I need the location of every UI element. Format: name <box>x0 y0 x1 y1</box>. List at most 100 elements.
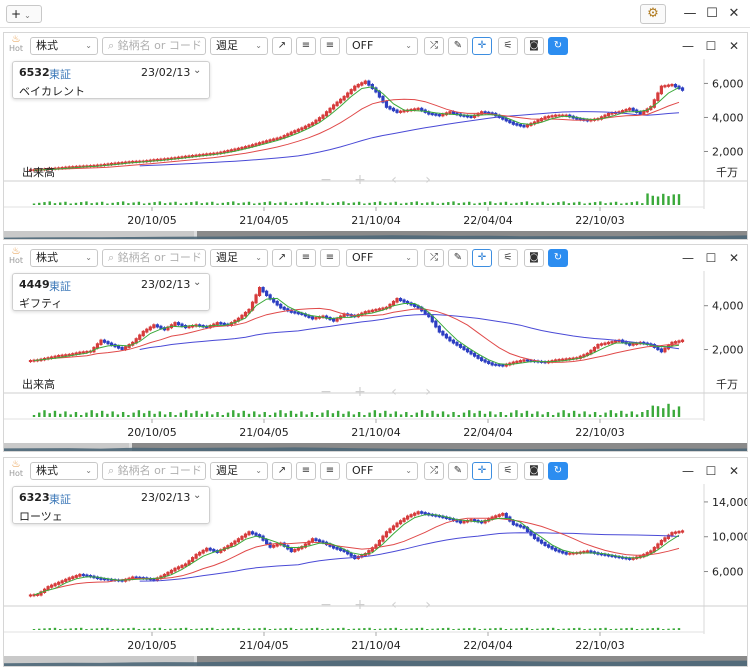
panel-close-button[interactable]: ✕ <box>725 37 743 55</box>
align-right-button[interactable]: ≡ <box>320 249 340 267</box>
hot-button[interactable]: ♨ Hot <box>9 460 23 479</box>
symbol-search-input[interactable]: ⌕ 銘柄名 or コード <box>102 462 206 480</box>
draw-button[interactable]: ✎ <box>448 249 468 267</box>
asset-type-select[interactable]: 株式 ⌄ <box>30 249 98 267</box>
symbol-search-input[interactable]: ⌕ 銘柄名 or コード <box>102 249 206 267</box>
panel-close-button[interactable]: ✕ <box>725 462 743 480</box>
candle-body <box>659 539 663 546</box>
zoom-in-icon[interactable]: + <box>354 597 366 613</box>
scroll-right-icon[interactable]: › <box>425 597 431 613</box>
panel-maximize-button[interactable]: ☐ <box>702 249 720 267</box>
panel-close-button[interactable]: ✕ <box>725 249 743 267</box>
indicator-select[interactable]: OFF ⌄ <box>346 249 418 267</box>
crosshair-button[interactable]: ✛ <box>472 462 492 480</box>
symbol-search-input[interactable]: ⌕ 銘柄名 or コード <box>102 37 206 55</box>
volume-bar <box>394 201 398 205</box>
screenshot-button[interactable]: ◙ <box>524 462 544 480</box>
screenshot-button[interactable]: ◙ <box>524 249 544 267</box>
volume-bar <box>567 203 571 205</box>
shuffle-button[interactable]: ⤮ <box>424 37 444 55</box>
range-navigator[interactable] <box>4 656 747 666</box>
refresh-icon: ↻ <box>553 252 563 263</box>
candle-body <box>673 531 678 534</box>
range-navigator[interactable] <box>4 231 747 239</box>
volume-bar <box>415 201 419 205</box>
volume-bar <box>546 628 550 630</box>
period-select[interactable]: 週足 ⌄ <box>210 462 268 480</box>
stock-info-box: 6323 東証 23/02/13 ⌄ ローツェ <box>12 486 210 524</box>
volume-bar <box>347 629 350 630</box>
trendline-button[interactable]: ↗ <box>272 249 292 267</box>
panel-minimize-button[interactable]: — <box>679 462 697 480</box>
asset-type-select[interactable]: 株式 ⌄ <box>30 462 98 480</box>
collapse-info-button[interactable]: ⌄ <box>193 490 201 501</box>
candle-body <box>525 359 530 362</box>
hot-button[interactable]: ♨ Hot <box>9 247 23 266</box>
draw-button[interactable]: ✎ <box>448 462 468 480</box>
hot-button[interactable]: ♨ Hot <box>9 35 23 54</box>
panel-maximize-button[interactable]: ☐ <box>702 462 720 480</box>
period-select[interactable]: 週足 ⌄ <box>210 249 268 267</box>
candle-body <box>585 550 589 553</box>
scroll-left-icon[interactable]: ‹ <box>391 384 397 400</box>
draw-button[interactable]: ✎ <box>448 37 468 55</box>
settings-button[interactable]: ⚙ <box>640 4 666 24</box>
trend-arrow-icon: ↗ <box>277 465 287 476</box>
refresh-button[interactable]: ↻ <box>548 462 568 480</box>
period-select[interactable]: 週足 ⌄ <box>210 37 268 55</box>
align-left-button[interactable]: ≡ <box>296 249 316 267</box>
volume-bar <box>315 415 319 417</box>
indicator-select[interactable]: OFF ⌄ <box>346 37 418 55</box>
zoom-out-icon[interactable]: − <box>320 597 332 613</box>
chart-settings-button[interactable]: ⚟ <box>498 37 518 55</box>
zoom-out-icon[interactable]: − <box>320 384 332 400</box>
app-topbar: + ⌄ ⚙ — ☐ ✕ <box>0 0 750 28</box>
shuffle-button[interactable]: ⤮ <box>424 249 444 267</box>
zoom-out-icon[interactable]: − <box>320 172 332 188</box>
indicator-select[interactable]: OFF ⌄ <box>346 462 418 480</box>
panel-minimize-button[interactable]: — <box>679 37 697 55</box>
volume-bar <box>677 628 681 630</box>
align-left-button[interactable]: ≡ <box>296 462 316 480</box>
align-left-button[interactable]: ≡ <box>296 37 316 55</box>
volume-bar <box>641 203 644 205</box>
stock-info-box: 4449 東証 23/02/13 ⌄ ギフティ <box>12 273 210 311</box>
panel-maximize-button[interactable]: ☐ <box>702 37 720 55</box>
range-navigator[interactable] <box>4 443 747 451</box>
refresh-button[interactable]: ↻ <box>548 249 568 267</box>
collapse-info-button[interactable]: ⌄ <box>193 277 201 288</box>
align-right-button[interactable]: ≡ <box>320 37 340 55</box>
add-panel-button[interactable]: + ⌄ <box>6 5 42 23</box>
maximize-window-button[interactable]: ☐ <box>702 4 722 24</box>
asset-type-select[interactable]: 株式 ⌄ <box>30 37 98 55</box>
candle-body <box>677 85 681 90</box>
trendline-button[interactable]: ↗ <box>272 462 292 480</box>
scroll-left-icon[interactable]: ‹ <box>391 597 397 613</box>
refresh-button[interactable]: ↻ <box>548 37 568 55</box>
volume-bar <box>483 628 487 630</box>
zoom-in-icon[interactable]: + <box>354 172 366 188</box>
crosshair-button[interactable]: ✛ <box>472 249 492 267</box>
panel-minimize-button[interactable]: — <box>679 249 697 267</box>
close-window-button[interactable]: ✕ <box>724 4 744 24</box>
ma-mid-line <box>55 98 680 170</box>
x-tick-label: 22/04/04 <box>463 639 512 652</box>
candle-body <box>289 547 293 553</box>
scroll-right-icon[interactable]: › <box>425 384 431 400</box>
shuffle-button[interactable]: ⤮ <box>424 462 444 480</box>
candle-body <box>265 539 269 545</box>
scroll-left-icon[interactable]: ‹ <box>391 172 397 188</box>
minimize-window-button[interactable]: — <box>680 4 700 24</box>
volume-bar <box>646 410 649 417</box>
candle-body <box>307 540 311 546</box>
volume-bar <box>163 414 167 417</box>
crosshair-button[interactable]: ✛ <box>472 37 492 55</box>
scroll-right-icon[interactable]: › <box>425 172 431 188</box>
trendline-button[interactable]: ↗ <box>272 37 292 55</box>
chart-settings-button[interactable]: ⚟ <box>498 249 518 267</box>
zoom-in-icon[interactable]: + <box>354 384 366 400</box>
align-right-button[interactable]: ≡ <box>320 462 340 480</box>
screenshot-button[interactable]: ◙ <box>524 37 544 55</box>
collapse-info-button[interactable]: ⌄ <box>193 65 201 76</box>
chart-settings-button[interactable]: ⚟ <box>498 462 518 480</box>
